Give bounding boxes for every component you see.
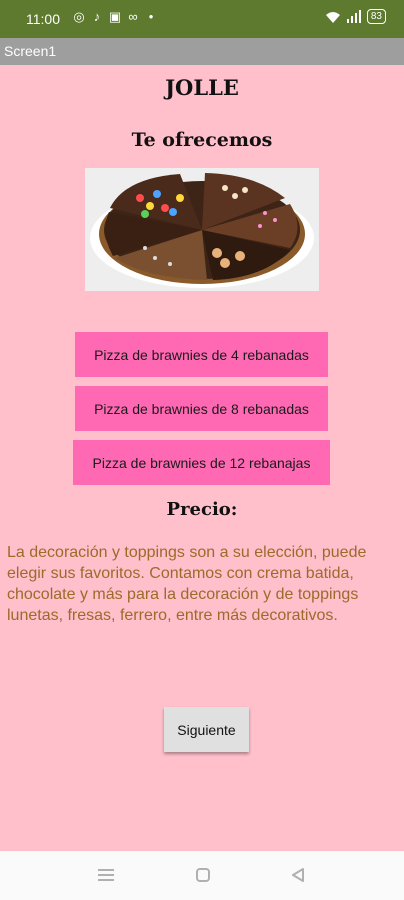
whatsapp-icon: ◎ — [73, 9, 85, 24]
brownie-pizza-image — [85, 168, 319, 291]
status-time: 11:00 — [26, 11, 60, 27]
system-nav-bar — [0, 851, 404, 900]
dot-icon: • — [148, 9, 154, 24]
title-bar: Screen1 — [0, 38, 404, 65]
home-icon[interactable] — [196, 868, 210, 882]
notification-icons: ◎ ♪ ▣ ∞ • — [72, 9, 158, 25]
next-button[interactable]: Siguiente — [164, 707, 249, 752]
link-icon: ∞ — [128, 9, 138, 24]
tiktok-icon: ♪ — [93, 9, 101, 24]
instagram-icon: ▣ — [108, 9, 122, 24]
status-right: 83 — [325, 9, 386, 24]
app-title: JOLLE — [165, 75, 239, 100]
option-4-slices-button[interactable]: Pizza de brawnies de 4 rebanadas — [75, 332, 328, 377]
main-content: JOLLE Te ofrecemos Pizza de brawnies de … — [0, 65, 404, 851]
status-bar: 11:00 ◎ ♪ ▣ ∞ • 83 — [0, 0, 404, 38]
screen-title: Screen1 — [4, 43, 57, 59]
description-text: La decoración y toppings son a su elecci… — [7, 544, 367, 624]
option-8-slices-button[interactable]: Pizza de brawnies de 8 rebanadas — [75, 386, 328, 431]
option-12-slices-button[interactable]: Pizza de brawnies de 12 rebanajas — [73, 440, 330, 485]
signal-icon — [346, 10, 361, 23]
recent-apps-icon[interactable] — [98, 868, 114, 882]
back-icon[interactable] — [291, 868, 305, 882]
battery-icon: 83 — [366, 9, 386, 24]
price-heading: Precio: — [166, 499, 238, 520]
wifi-icon — [325, 11, 340, 23]
offer-heading: Te ofrecemos — [131, 129, 273, 151]
